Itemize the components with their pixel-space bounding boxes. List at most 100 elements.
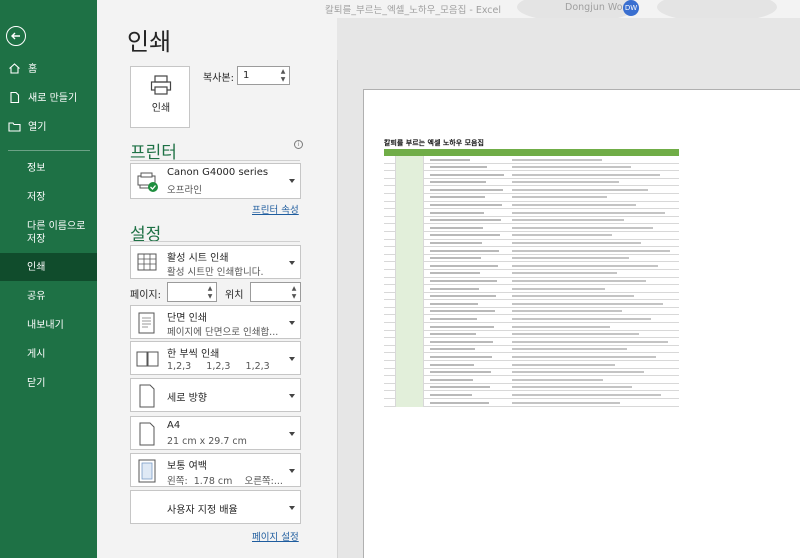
preview-sheet-row <box>384 323 679 331</box>
chevron-down-icon <box>289 506 295 510</box>
preview-cell <box>384 216 396 225</box>
preview-text-line <box>512 325 610 328</box>
chevron-down-icon <box>289 357 295 361</box>
chevron-down-icon <box>289 469 295 473</box>
preview-text-line <box>430 401 489 404</box>
paper-size-select[interactable]: A4 21 cm x 29.7 cm <box>130 416 301 450</box>
preview-sheet-row <box>384 391 679 399</box>
sidebar-item-save[interactable]: 저장 <box>0 183 97 211</box>
preview-text-line <box>512 264 658 267</box>
preview-sheet-row <box>384 201 679 210</box>
preview-cell <box>396 277 424 286</box>
preview-sheet-row <box>384 376 679 384</box>
preview-text-line <box>512 181 619 184</box>
page-setup-link[interactable]: 페이지 설정 <box>252 529 299 543</box>
scaling-value: 사용자 지정 배율 <box>167 505 238 516</box>
preview-sheet-row <box>384 399 679 407</box>
preview-cell <box>384 231 396 240</box>
sidebar-item-close[interactable]: 닫기 <box>0 369 97 397</box>
printer-properties-link[interactable]: 프린터 속성 <box>252 202 299 216</box>
preview-sheet-row <box>384 361 679 369</box>
preview-sheet-row <box>384 216 679 225</box>
preview-cell <box>396 171 424 179</box>
preview-cell <box>384 383 396 392</box>
preview-sheet-header <box>384 149 679 156</box>
sidebar-item-open[interactable]: 열기 <box>0 113 97 141</box>
preview-cell <box>396 383 424 392</box>
user-name[interactable]: Dongjun Won <box>565 2 629 13</box>
preview-text-line <box>430 188 503 191</box>
sidebar-item-info[interactable]: 정보 <box>0 154 97 182</box>
preview-sheet-row <box>384 383 679 392</box>
sidebar-item-home[interactable]: 홈 <box>0 55 97 83</box>
margins-select[interactable]: 보통 여백 왼쪽: 1.78 cm 오른쪽:... <box>130 453 301 487</box>
sides-select[interactable]: 단면 인쇄 페이지에 단면으로 인쇄합... <box>130 305 301 339</box>
sidebar-item-label: 게시 <box>27 348 46 360</box>
scaling-select[interactable]: 사용자 지정 배율 <box>130 490 301 524</box>
preview-sheet-row <box>384 171 679 179</box>
sides-title: 단면 인쇄 <box>167 313 207 324</box>
preview-cell <box>396 292 424 301</box>
preview-cell <box>396 376 424 384</box>
sidebar-item-export[interactable]: 내보내기 <box>0 311 97 339</box>
preview-text-line <box>512 188 648 191</box>
sidebar-item-share[interactable]: 공유 <box>0 282 97 310</box>
preview-sheet-row <box>384 231 679 240</box>
preview-text-line <box>430 378 473 381</box>
preview-cell <box>396 201 424 210</box>
sidebar-item-label: 정보 <box>27 162 46 174</box>
preview-sheet-row <box>384 277 679 286</box>
print-scope-select[interactable]: 활성 시트 인쇄 활성 시트만 인쇄합니다. <box>130 245 301 279</box>
print-button[interactable]: 인쇄 <box>130 66 190 128</box>
sidebar-item-print[interactable]: 인쇄 <box>0 253 97 281</box>
back-button[interactable] <box>6 26 26 46</box>
preview-cell <box>396 368 424 377</box>
preview-text-line <box>512 272 617 275</box>
preview-text-line <box>512 234 612 237</box>
sidebar-item-save-as[interactable]: 다른 이름으로 저장 <box>0 216 97 250</box>
preview-text-line <box>512 249 670 252</box>
margins-desc: 왼쪽: 1.78 cm 오른쪽:... <box>167 476 283 487</box>
copies-stepper[interactable]: 1 ▲ ▼ <box>237 66 290 85</box>
preview-text-line <box>512 287 605 290</box>
orientation-select[interactable]: 세로 방향 <box>130 378 301 412</box>
preview-text-line <box>430 219 501 222</box>
sidebar-item-publish[interactable]: 게시 <box>0 340 97 368</box>
preview-cell <box>384 186 396 194</box>
preview-sheet-row <box>384 368 679 377</box>
spin-down-icon[interactable]: ▼ <box>279 76 287 84</box>
collate-desc: 1,2,3 1,2,3 1,2,3 <box>167 361 270 372</box>
preview-text-line <box>430 295 496 298</box>
printer-icon <box>150 75 172 95</box>
preview-cell <box>384 156 396 164</box>
spin-up-icon[interactable]: ▲ <box>290 285 298 293</box>
spin-up-icon[interactable]: ▲ <box>206 285 214 293</box>
spin-down-icon[interactable]: ▼ <box>206 293 214 301</box>
preview-text-line <box>430 363 474 366</box>
sidebar-item-label: 닫기 <box>27 377 46 389</box>
preview-sheet-row <box>384 307 679 316</box>
preview-text-line <box>512 393 661 396</box>
paper-size-title: A4 <box>167 420 181 431</box>
preview-cell <box>396 361 424 369</box>
spin-down-icon[interactable]: ▼ <box>290 293 298 301</box>
sidebar-item-new[interactable]: 새로 만들기 <box>0 84 97 112</box>
pages-to-input[interactable]: ▲ ▼ <box>250 282 301 302</box>
preview-sheet-row <box>384 193 679 202</box>
pages-label: 페이지: <box>130 290 161 301</box>
preview-cell <box>396 300 424 308</box>
info-icon[interactable]: i <box>294 140 303 149</box>
preview-text-line <box>512 386 632 389</box>
preview-text-line <box>512 295 634 298</box>
preview-text-line <box>430 264 498 267</box>
spin-up-icon[interactable]: ▲ <box>279 68 287 76</box>
preview-sheet-title: 칼퇴를 부르는 엑셀 노하우 모음집 <box>384 139 484 147</box>
pages-from-input[interactable]: ▲ ▼ <box>167 282 217 302</box>
avatar[interactable]: DW <box>623 0 639 16</box>
preview-text-line <box>430 386 490 389</box>
collate-select[interactable]: 한 부씩 인쇄 1,2,3 1,2,3 1,2,3 <box>130 341 301 375</box>
copies-value[interactable]: 1 <box>243 70 249 81</box>
printer-select[interactable]: Canon G4000 series 오프라인 <box>130 163 301 199</box>
preview-cell <box>384 178 396 187</box>
one-sided-page-icon <box>136 311 158 339</box>
